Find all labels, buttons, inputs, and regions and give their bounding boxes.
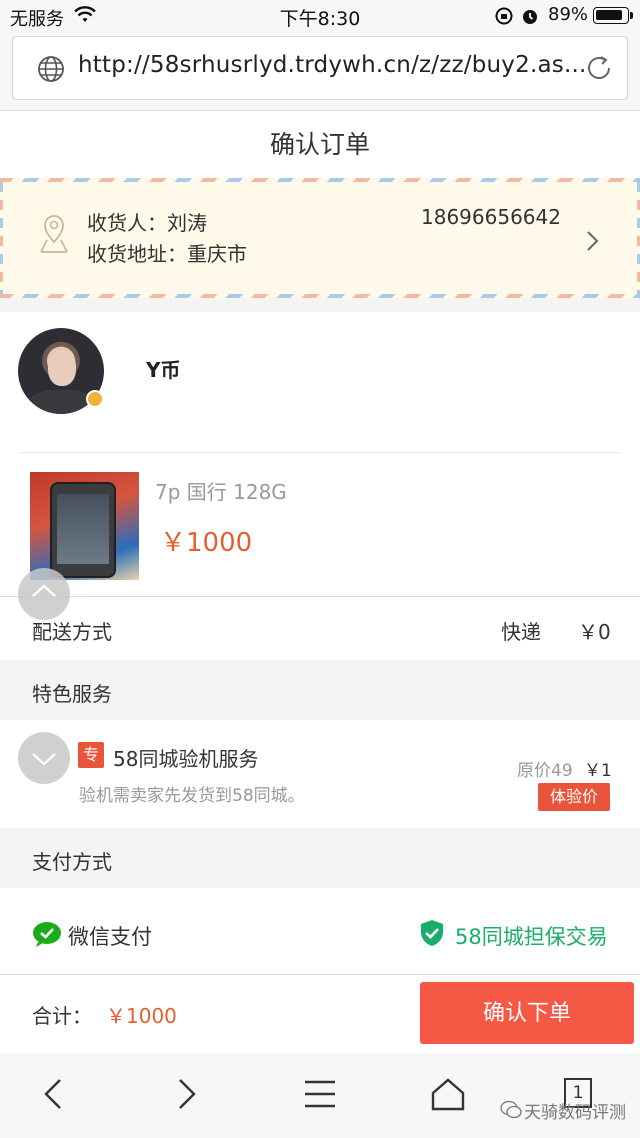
address-row: 收货地址：重庆市 [87, 238, 247, 267]
delivery-fee: ￥0 [578, 620, 611, 644]
inspection-service-desc: 验机需卖家先发货到58同城。 [79, 786, 305, 806]
exclusive-tag: 专 [78, 742, 104, 768]
battery-level [596, 10, 622, 20]
original-price: 原价49 [517, 761, 573, 781]
page-title: 确认订单 [0, 112, 640, 179]
envelope-border-left [0, 182, 3, 294]
verified-badge-icon [86, 390, 104, 408]
service-price: ￥1 [584, 761, 612, 781]
scroll-down-button[interactable] [18, 732, 70, 784]
forward-icon[interactable] [172, 1076, 200, 1112]
special-services-title: 特色服务 [32, 682, 112, 706]
product-image[interactable] [30, 472, 139, 580]
divider [0, 596, 640, 597]
url-text[interactable]: http://58srhusrlyd.trdywh.cn/z/zz/buy2.a… [78, 52, 586, 78]
seller-name[interactable]: Y币 [146, 354, 180, 383]
status-bar: 无服务 下午8:30 89% [0, 0, 640, 34]
shield-check-icon [421, 920, 443, 946]
receiver-phone: 18696656642 [421, 205, 561, 229]
alarm-icon [523, 10, 537, 24]
rotation-lock-icon [495, 7, 513, 25]
guarantee-text: 58同城担保交易 [455, 925, 608, 949]
address-value: 重庆市 [187, 242, 247, 266]
home-icon[interactable] [430, 1076, 466, 1112]
divider [20, 452, 620, 453]
battery-cap [630, 12, 633, 19]
product-price: ￥1000 [160, 528, 253, 558]
trial-price-badge: 体验价 [538, 783, 610, 811]
avatar-face [48, 350, 76, 386]
total-value: ￥1000 [106, 1004, 177, 1028]
scroll-up-button[interactable] [18, 568, 70, 620]
delivery-label: 配送方式 [32, 620, 112, 644]
location-pin-icon [40, 215, 68, 253]
delivery-method[interactable]: 快递 [501, 616, 541, 645]
section-gap [0, 298, 640, 312]
wechat-logo-icon [500, 1100, 522, 1119]
reload-icon[interactable] [584, 53, 614, 83]
receiver-name: 刘涛 [167, 211, 207, 235]
phone-screen [57, 494, 109, 564]
menu-icon[interactable] [302, 1076, 338, 1112]
back-icon[interactable] [40, 1076, 68, 1112]
battery-icon [593, 7, 629, 24]
receiver-row: 收货人：刘涛 [87, 207, 207, 236]
address-label: 收货地址： [87, 242, 187, 266]
wechat-pay-option[interactable]: 微信支付 [68, 921, 152, 951]
wechat-pay-icon [33, 922, 61, 947]
globe-icon [38, 56, 64, 82]
inspection-service-title[interactable]: 58同城验机服务 [113, 743, 258, 772]
battery-percent: 89% [548, 4, 589, 25]
chevron-right-icon[interactable] [584, 228, 602, 254]
watermark-text: 天骑数码评测 [524, 1103, 626, 1123]
phone-picture [50, 482, 116, 578]
total-label: 合计： [32, 1004, 92, 1028]
payment-title: 支付方式 [32, 850, 112, 874]
chevron-down-icon [32, 753, 56, 766]
product-spec: 7p 国行 128G [155, 480, 287, 504]
clock: 下午8:30 [279, 8, 361, 30]
chevron-up-icon [32, 584, 56, 597]
receiver-label: 收货人： [87, 211, 167, 235]
envelope-border-top [0, 178, 640, 182]
confirm-order-button[interactable]: 确认下单 [420, 982, 634, 1044]
